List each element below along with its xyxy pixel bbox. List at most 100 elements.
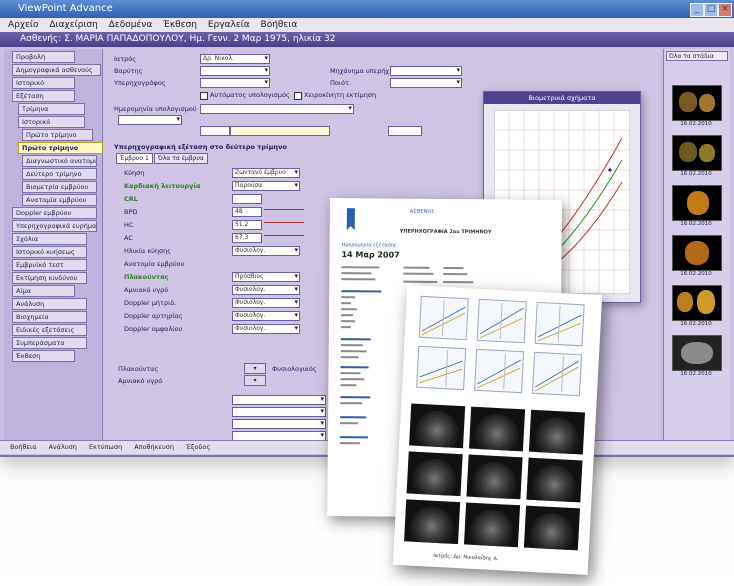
screenshot-page: ViewPoint Advance _ □ × Αρχείο Διαχείρισ… (0, 0, 734, 586)
status-item[interactable]: Ανάλυση (49, 443, 77, 451)
sidebar-item[interactable]: Εκτίμηση κινδύνου (12, 272, 87, 284)
close-icon[interactable]: × (718, 3, 732, 17)
clinic-logo-icon (339, 204, 362, 235)
edd-field[interactable] (388, 126, 422, 136)
row-select[interactable]: Φυσιολογ. (232, 311, 300, 321)
menu-item[interactable]: Αρχείο (8, 20, 39, 30)
lmp-date-field[interactable] (230, 126, 330, 136)
checkbox-label: Χειροκίνητη εκτίμηση (304, 91, 377, 99)
plaque-label: Πλακούντας (118, 365, 159, 373)
sidebar-item[interactable]: Βιομετρία εμβρύου (22, 181, 97, 193)
menu-item[interactable]: Διαχείριση (49, 20, 97, 30)
sidebar-item[interactable]: Διαγνωστικό ανατομικό (22, 155, 97, 167)
amniotic-label: Αμνιακό υγρό (118, 377, 163, 385)
row-label: Πλακούντας (124, 273, 169, 281)
extra-select[interactable] (232, 419, 326, 429)
extra-select[interactable] (232, 407, 326, 417)
dating-label: Ημερομηνία υπολογισμού (114, 105, 197, 113)
tab-all-fetuses[interactable]: Όλα τα έμβρυα (154, 153, 208, 164)
menu-item[interactable]: Δεδομένα (109, 20, 153, 30)
sidebar-item[interactable]: Ανατομία εμβρύου (22, 194, 97, 206)
maximize-icon[interactable]: □ (704, 3, 718, 17)
report-text-lines (339, 266, 382, 445)
sidebar-item[interactable]: Έκθεση (12, 350, 75, 362)
ultrasound-thumbnail[interactable] (672, 335, 722, 371)
sidebar-item[interactable]: Εμβρυϊκό τεστ (12, 259, 87, 271)
extra-select[interactable] (232, 395, 326, 405)
auto-calc-checkbox[interactable] (200, 92, 208, 100)
ultrasound-thumbnail[interactable] (672, 285, 722, 321)
row-label: Ανατομία εμβρύου (124, 260, 185, 268)
weight-select[interactable] (200, 66, 270, 76)
sidebar-item[interactable]: Βιοχημεία (12, 311, 87, 323)
report-ultrasound-image (404, 499, 461, 545)
report-ultrasound-image (528, 409, 586, 455)
row-label: AC (124, 234, 133, 242)
ac-field[interactable]: 67.3 (232, 233, 262, 243)
row-select[interactable]: Πρόσθιος (232, 272, 300, 282)
status-item[interactable]: Βοήθεια (10, 443, 37, 451)
menu-item[interactable]: Εργαλεία (208, 20, 250, 30)
sidebar-item-active[interactable]: Πρώτο τρίμηνο (18, 142, 103, 154)
row-label: Κύηση (124, 169, 145, 177)
amniotic-button[interactable]: ▾ (244, 375, 266, 386)
sidebar-item[interactable]: Τρίμηνα (18, 103, 85, 115)
ultrasound-thumbnail[interactable] (672, 235, 722, 271)
report-ultrasound-image (466, 454, 523, 500)
sonographer-select[interactable] (200, 78, 270, 88)
ultrasound-thumbnail[interactable] (672, 135, 722, 171)
app-title: ViewPoint Advance (18, 3, 113, 14)
sidebar-item[interactable]: Δημογραφικά ασθενούς (12, 64, 101, 76)
menu-item[interactable]: Έκθεση (163, 20, 197, 30)
bpd-field[interactable]: 48 (232, 207, 262, 217)
status-item[interactable]: Αποθήκευση (134, 443, 174, 451)
thumbnail-filter[interactable]: Όλα τα στάδια (666, 51, 728, 61)
row-select[interactable]: Ζωντανό έμβρυο (232, 168, 300, 178)
row-select[interactable]: Φυσιολογ. (232, 285, 300, 295)
sidebar-item[interactable]: Συμπεράσματα (12, 337, 87, 349)
dating-select[interactable] (200, 104, 354, 114)
status-item[interactable]: Έξοδος (186, 443, 210, 451)
report-date: 14 Μαρ 2007 (341, 250, 400, 260)
status-item[interactable]: Εκτύπωση (89, 443, 122, 451)
sidebar-item[interactable]: Εξέταση (12, 90, 75, 102)
row-select[interactable]: Φυσιολογ. (232, 246, 300, 256)
sidebar-item[interactable]: Σχόλια (12, 233, 87, 245)
sidebar-item[interactable]: Ειδικές εξετάσεις (12, 324, 87, 336)
tab-fetus-1[interactable]: Έμβρυο 1 (116, 153, 153, 164)
sidebar-item[interactable]: Ιστορικό (12, 77, 75, 89)
report-page-2: Ιατρός: Δρ. Νικολαΐδης Α. (392, 285, 603, 575)
dating-method-select[interactable] (118, 115, 182, 125)
sidebar-item[interactable]: Προβολή (12, 51, 75, 63)
row-select[interactable]: Φυσιολογ. (232, 324, 300, 334)
report-ultrasound-image (406, 451, 463, 497)
machine-select[interactable] (390, 66, 462, 76)
lmp-field[interactable] (200, 126, 230, 136)
manual-estimate-checkbox[interactable] (294, 92, 302, 100)
menu-item[interactable]: Βοήθεια (261, 20, 298, 30)
sidebar-item[interactable]: Δεύτερο τρίμηνο (22, 168, 97, 180)
sidebar-item[interactable]: Πρώτο τρίμηνο (22, 129, 93, 141)
row-label: Doppler αρτηρίας (124, 312, 183, 320)
row-select[interactable]: Παρούσα (232, 181, 300, 191)
field-label: Υπερηχογράφος (114, 79, 166, 87)
row-select[interactable]: Φυσιολογ. (232, 298, 300, 308)
quality-select[interactable] (390, 78, 462, 88)
hc-field[interactable]: 51.2 (232, 220, 262, 230)
plaque-button[interactable]: ▾ (244, 363, 266, 374)
sidebar-item[interactable]: Υπερηχογραφικά ευρήματα (12, 220, 97, 232)
sidebar-item[interactable]: Doppler εμβρύου (12, 207, 97, 219)
crl-field[interactable] (232, 194, 262, 204)
ultrasound-thumbnail[interactable] (672, 85, 722, 121)
sidebar-item[interactable]: Ιστορικό (18, 116, 85, 128)
sidebar-item[interactable]: Ιστορικό κυήσεως (12, 246, 87, 258)
report-ultrasound-image (523, 505, 581, 551)
sidebar-item[interactable]: Αίμα (12, 285, 75, 297)
sidebar-item[interactable]: Ανάλυση (12, 298, 87, 310)
measurement-point (608, 168, 612, 172)
minimize-icon[interactable]: _ (690, 3, 704, 17)
doctor-select[interactable]: Δρ. Νικολ. (200, 54, 270, 64)
row-label: Doppler ομφαλίου (124, 325, 183, 333)
ultrasound-thumbnail[interactable] (672, 185, 722, 221)
checkbox-label: Αυτόματος υπολογισμός (210, 91, 290, 99)
